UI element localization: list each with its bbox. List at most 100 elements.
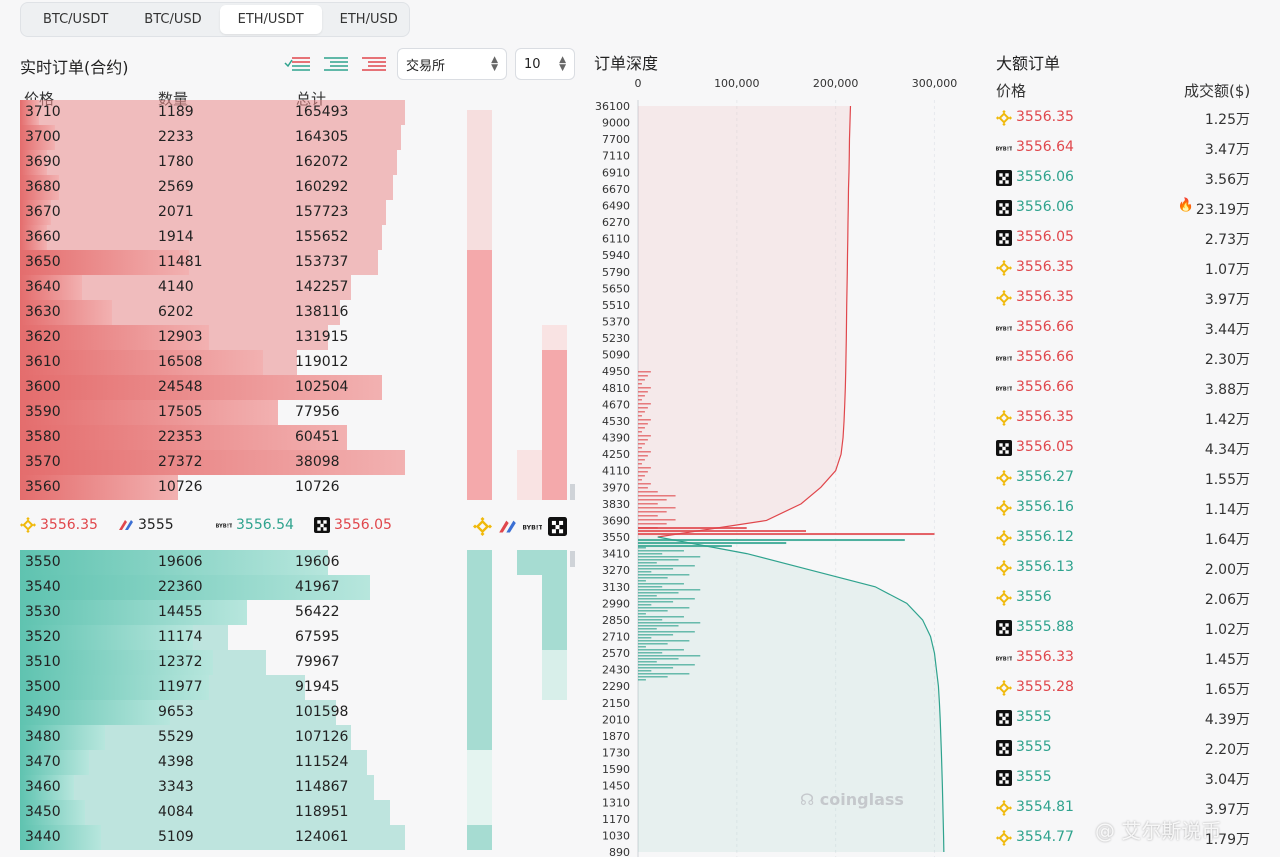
ask-row[interactable]: 3640 4140 142257: [20, 275, 580, 300]
tab-btc-usdt[interactable]: BTC/USDT: [25, 5, 126, 34]
mid-price-value: 3556.54: [236, 517, 294, 533]
bid-row[interactable]: 3450 4084 118951: [20, 800, 580, 825]
exchange-icon-wrap: [996, 680, 1012, 696]
tab-eth-usd[interactable]: ETH/USD: [322, 5, 416, 34]
large-order-row[interactable]: 3556.35 1.07万: [996, 253, 1252, 283]
large-order-row[interactable]: BYB!T 3556.66 3.88万: [995, 373, 1252, 403]
ask-row[interactable]: 3660 1914 155652: [20, 225, 580, 250]
row-total: 142257: [295, 279, 349, 295]
large-order-row[interactable]: BYB!T 3556.33 1.45万: [995, 643, 1252, 673]
exchange-icon-wrap: [996, 770, 1012, 786]
bid-row[interactable]: 3460 3343 114867: [20, 775, 580, 800]
ask-row[interactable]: 3650 11481 153737: [20, 250, 580, 275]
exchange-filter-bitmex[interactable]: [498, 517, 517, 536]
large-order-row[interactable]: 3556.13 2.00万: [996, 553, 1252, 583]
large-order-row[interactable]: 3556.27 1.55万: [996, 463, 1252, 493]
view-both-icon[interactable]: [284, 53, 310, 75]
row-quantity: 17505: [158, 404, 203, 420]
bid-row[interactable]: 3520 11174 67595: [20, 625, 580, 650]
bid-row[interactable]: 3540 22360 41967: [20, 575, 580, 600]
large-order-row[interactable]: 3556.35 1.25万: [996, 103, 1252, 133]
bid-row[interactable]: 3440 5109 124061: [20, 825, 580, 850]
large-order-row[interactable]: 3555 3.04万: [996, 763, 1252, 793]
exchange-filter-okx[interactable]: [548, 517, 567, 536]
large-order-row[interactable]: 3555 4.39万: [996, 703, 1252, 733]
large-order-row[interactable]: 3555 2.20万: [996, 733, 1252, 763]
ask-row[interactable]: 3680 2569 160292: [20, 175, 580, 200]
orderbook-view-toggles: [284, 53, 386, 75]
view-asks-icon[interactable]: [360, 53, 386, 75]
x-tick-label: 0: [635, 77, 642, 90]
large-order-row[interactable]: BYB!T 3556.64 3.47万: [995, 133, 1252, 163]
ask-row[interactable]: 3670 2071 157723: [20, 200, 580, 225]
order-amount: 1.42万: [1204, 412, 1250, 428]
large-order-row[interactable]: 3555.88 1.02万: [996, 613, 1252, 643]
y-tick-label: 6670: [602, 183, 630, 196]
large-order-row[interactable]: 3556 2.06万: [996, 583, 1252, 613]
order-amount: 4.39万: [1204, 712, 1250, 728]
row-quantity: 19606: [158, 554, 203, 570]
svg-text:BYB!T: BYB!T: [216, 524, 232, 530]
large-order-row[interactable]: 3556.35 1.42万: [996, 403, 1252, 433]
order-amount: 3.56万: [1204, 172, 1250, 188]
y-tick-label: 1030: [602, 829, 630, 842]
ask-row[interactable]: 3610 16508 119012: [20, 350, 580, 375]
large-order-row[interactable]: 3556.35 3.97万: [996, 283, 1252, 313]
ask-row[interactable]: 3580 22353 60451: [20, 425, 580, 450]
large-order-row[interactable]: 3556.12 1.64万: [996, 523, 1252, 553]
ask-row[interactable]: 3630 6202 138116: [20, 300, 580, 325]
ask-row[interactable]: 3690 1780 162072: [20, 150, 580, 175]
bid-row[interactable]: 3490 9653 101598: [20, 700, 580, 725]
ask-row[interactable]: 3710 1189 165493: [20, 100, 580, 125]
y-tick-label: 5370: [602, 316, 630, 329]
bid-liquidity-tick: [638, 583, 684, 585]
bid-liquidity-tick: [638, 568, 674, 570]
row-total: 38098: [295, 454, 340, 470]
ask-row[interactable]: 3620 12903 131915: [20, 325, 580, 350]
y-tick-label: 3130: [602, 581, 630, 594]
ask-row[interactable]: 3560 10726 10726: [20, 475, 580, 500]
exchange-filter-binance[interactable]: [473, 517, 492, 536]
depth-level-select[interactable]: 10 ▲ ▼: [515, 48, 575, 80]
exchange-select[interactable]: 交易所 ▲ ▼: [397, 48, 507, 80]
bid-row[interactable]: 3480 5529 107126: [20, 725, 580, 750]
ask-liquidity-tick: [638, 475, 645, 477]
bid-liquidity-tick: [638, 547, 646, 549]
y-tick-label: 9000: [602, 117, 630, 130]
large-order-row[interactable]: 3556.05 4.34万: [996, 433, 1252, 463]
ask-row[interactable]: 3600 24548 102504: [20, 375, 580, 400]
bid-row[interactable]: 3500 11977 91945: [20, 675, 580, 700]
large-order-row[interactable]: 3555.28 1.65万: [996, 673, 1252, 703]
order-amount: 1.07万: [1204, 262, 1250, 278]
large-order-row[interactable]: 3556.06 🔥 23.19万: [996, 193, 1252, 223]
ask-liquidity-tick: [638, 503, 658, 505]
y-tick-label: 1730: [602, 747, 630, 760]
large-order-row[interactable]: 3556.05 2.73万: [996, 223, 1252, 253]
tab-btc-usd[interactable]: BTC/USD: [126, 5, 219, 34]
bid-row[interactable]: 3510 12372 79967: [20, 650, 580, 675]
y-tick-label: 36100: [595, 100, 630, 113]
tab-eth-usdt[interactable]: ETH/USDT: [219, 5, 322, 34]
scrollbar[interactable]: [570, 551, 575, 567]
bid-row[interactable]: 3530 14455 56422: [20, 600, 580, 625]
ask-row[interactable]: 3590 17505 77956: [20, 400, 580, 425]
order-amount: 3.97万: [1204, 292, 1250, 308]
ask-row[interactable]: 3700 2233 164305: [20, 125, 580, 150]
bid-row[interactable]: 3550 19606 19606: [20, 550, 580, 575]
ask-row[interactable]: 3570 27372 38098: [20, 450, 580, 475]
scrollbar[interactable]: [570, 484, 575, 500]
bid-row[interactable]: 3470 4398 111524: [20, 750, 580, 775]
large-order-row[interactable]: 3556.06 3.56万: [996, 163, 1252, 193]
y-tick-label: 7110: [602, 150, 630, 163]
view-bids-icon[interactable]: [322, 53, 348, 75]
large-order-row[interactable]: 3556.16 1.14万: [996, 493, 1252, 523]
bid-liquidity-tick: [638, 655, 701, 657]
large-order-row[interactable]: BYB!T 3556.66 3.44万: [995, 313, 1252, 343]
bid-liquidity-tick: [638, 613, 646, 615]
exchange-filter-bybit[interactable]: BYB!T: [523, 517, 542, 536]
row-price: 3670: [25, 204, 61, 220]
bid-liquidity-tick: [638, 550, 684, 552]
large-order-row[interactable]: BYB!T 3556.66 2.30万: [995, 343, 1252, 373]
bid-liquidity-tick: [638, 643, 668, 645]
ask-liquidity-tick: [638, 403, 651, 405]
